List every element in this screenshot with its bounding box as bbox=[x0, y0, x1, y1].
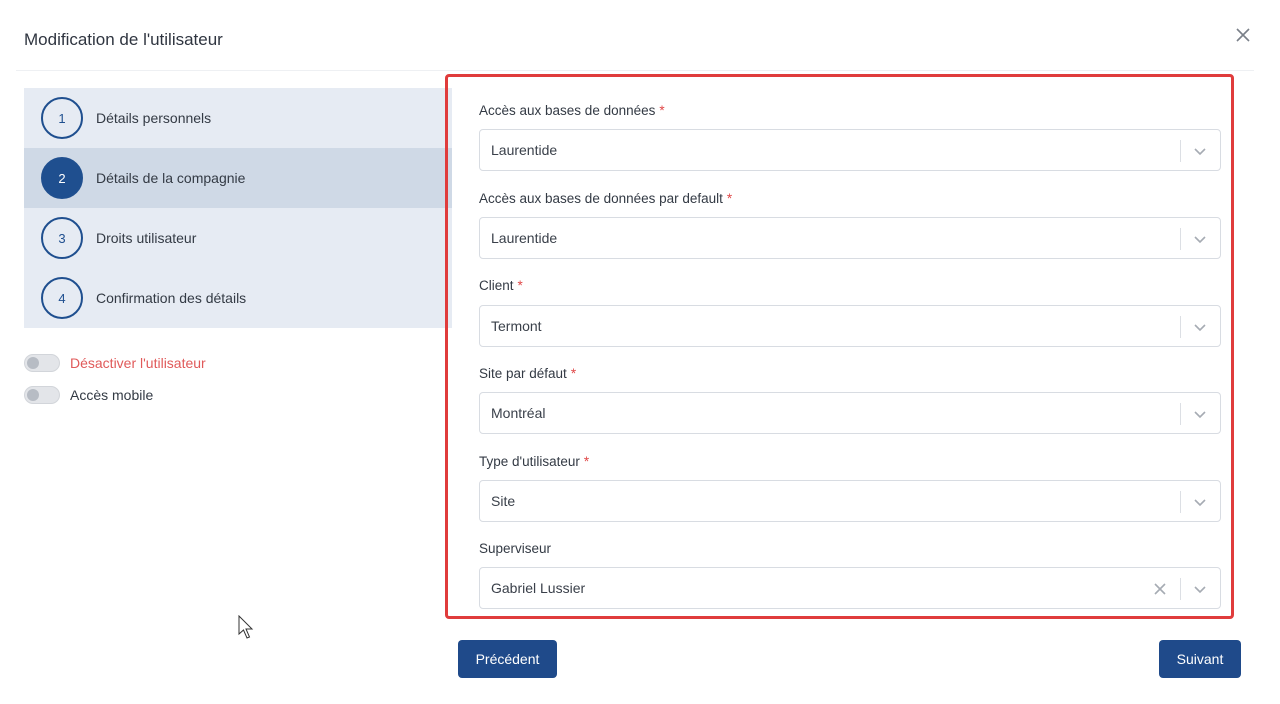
required-marker: * bbox=[659, 103, 665, 118]
supervisor-select[interactable]: Gabriel Lussier bbox=[479, 567, 1221, 609]
step-number: 3 bbox=[41, 217, 83, 259]
required-marker: * bbox=[726, 191, 733, 206]
default-database-label: Accès aux bases de données par default * bbox=[479, 191, 733, 206]
toggle-knob bbox=[27, 357, 39, 369]
toggle-knob bbox=[27, 389, 39, 401]
select-separator bbox=[1180, 228, 1181, 250]
mobile-access-row: Accès mobile bbox=[24, 386, 153, 404]
select-separator bbox=[1180, 316, 1181, 338]
close-icon bbox=[1236, 28, 1250, 42]
step-number: 1 bbox=[41, 97, 83, 139]
select-separator bbox=[1180, 578, 1181, 600]
select-value: Montréal bbox=[491, 405, 546, 421]
database-access-select[interactable]: Laurentide bbox=[479, 129, 1221, 171]
step-user-rights[interactable]: 3 Droits utilisateur bbox=[24, 208, 452, 268]
select-value: Laurentide bbox=[491, 230, 558, 246]
user-type-select[interactable]: Site bbox=[479, 480, 1221, 522]
mobile-access-toggle[interactable] bbox=[24, 386, 60, 404]
select-value: Site bbox=[491, 493, 516, 509]
deactivate-user-toggle[interactable] bbox=[24, 354, 60, 372]
close-button[interactable] bbox=[1231, 23, 1255, 47]
supervisor-label: Superviseur bbox=[479, 541, 552, 556]
step-company-details[interactable]: 2 Détails de la compagnie bbox=[24, 148, 452, 208]
select-value: Gabriel Lussier bbox=[491, 580, 586, 596]
mouse-cursor-icon bbox=[238, 615, 254, 639]
default-site-label: Site par défaut * bbox=[479, 366, 577, 381]
select-value: Termont bbox=[491, 318, 542, 334]
previous-button[interactable]: Précédent bbox=[458, 640, 557, 678]
chevron-down-icon[interactable] bbox=[1190, 492, 1210, 512]
select-separator bbox=[1180, 140, 1181, 162]
select-separator bbox=[1180, 491, 1181, 513]
stepper: 1 Détails personnels 2 Détails de la com… bbox=[24, 88, 452, 328]
deactivate-user-row: Désactiver l'utilisateur bbox=[24, 354, 206, 372]
default-site-select[interactable]: Montréal bbox=[479, 392, 1221, 434]
next-button[interactable]: Suivant bbox=[1159, 640, 1241, 678]
step-label: Détails de la compagnie bbox=[96, 170, 246, 186]
client-label: Client * bbox=[479, 278, 523, 293]
select-value: Laurentide bbox=[491, 142, 558, 158]
chevron-down-icon[interactable] bbox=[1190, 229, 1210, 249]
chevron-down-icon[interactable] bbox=[1190, 404, 1210, 424]
chevron-down-icon[interactable] bbox=[1190, 141, 1210, 161]
select-separator bbox=[1180, 403, 1181, 425]
step-number: 4 bbox=[41, 277, 83, 319]
modal-title: Modification de l'utilisateur bbox=[24, 30, 223, 49]
required-marker: * bbox=[570, 366, 577, 381]
database-access-label: Accès aux bases de données * bbox=[479, 103, 665, 118]
required-marker: * bbox=[517, 278, 523, 293]
step-label: Détails personnels bbox=[96, 110, 212, 126]
header-divider bbox=[16, 70, 1254, 71]
step-personal-details[interactable]: 1 Détails personnels bbox=[24, 88, 452, 148]
clear-icon[interactable] bbox=[1150, 579, 1170, 599]
required-marker: * bbox=[583, 454, 590, 469]
chevron-down-icon[interactable] bbox=[1190, 579, 1210, 599]
default-database-select[interactable]: Laurentide bbox=[479, 217, 1221, 259]
step-confirmation[interactable]: 4 Confirmation des détails bbox=[24, 268, 452, 328]
mobile-access-label: Accès mobile bbox=[70, 387, 154, 403]
step-label: Confirmation des détails bbox=[96, 290, 247, 306]
client-select[interactable]: Termont bbox=[479, 305, 1221, 347]
deactivate-user-label: Désactiver l'utilisateur bbox=[70, 355, 206, 371]
user-type-label: Type d'utilisateur * bbox=[479, 454, 590, 469]
step-label: Droits utilisateur bbox=[96, 230, 197, 246]
chevron-down-icon[interactable] bbox=[1190, 317, 1210, 337]
step-number: 2 bbox=[41, 157, 83, 199]
